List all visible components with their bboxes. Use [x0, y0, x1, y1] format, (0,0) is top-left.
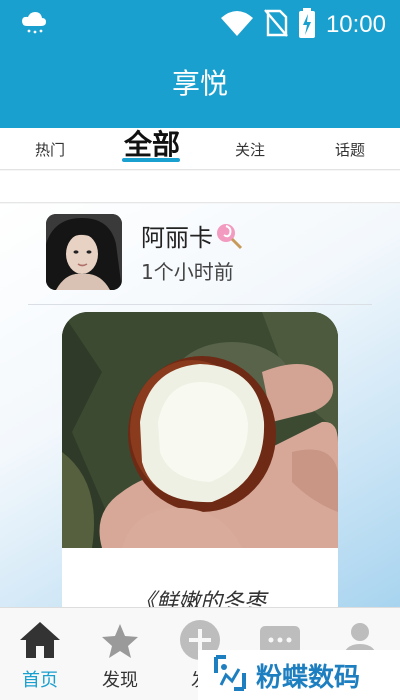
nav-discover-label: 发现: [102, 670, 138, 691]
watermark-logo-icon: [212, 655, 248, 695]
watermark: 粉蝶数码: [198, 650, 400, 700]
wifi-icon: [220, 9, 254, 41]
category-tabs: 热门 全部 关注 话题: [0, 128, 400, 170]
divider: [28, 304, 372, 305]
cloud-icon: [20, 10, 48, 40]
feed-spacer: [0, 171, 400, 203]
post-image-card[interactable]: 《鲜嫩的冬枣: [62, 312, 338, 612]
app-header: 享悦: [0, 46, 400, 128]
tab-following[interactable]: 关注: [220, 128, 280, 170]
tab-hot[interactable]: 热门: [20, 128, 80, 170]
avatar[interactable]: [46, 214, 122, 290]
post-photo[interactable]: [62, 312, 338, 548]
nav-home-label: 首页: [22, 670, 58, 691]
lollipop-icon: [215, 222, 243, 256]
battery-charging-icon: [298, 8, 316, 42]
page-title: 享悦: [171, 67, 228, 100]
nav-home[interactable]: 首页: [0, 608, 80, 700]
home-icon: [18, 618, 62, 662]
watermark-text: 粉蝶数码: [256, 662, 361, 693]
user-name-text: 阿丽卡: [141, 224, 213, 252]
nav-discover[interactable]: 发现: [80, 608, 160, 700]
no-sim-icon: [264, 9, 288, 41]
user-name[interactable]: 阿丽卡: [141, 218, 243, 256]
clock: 10:00: [325, 11, 386, 38]
discover-icon: [98, 618, 142, 662]
post-timestamp: 1个小时前: [141, 260, 234, 284]
status-bar: 10:00: [0, 0, 400, 46]
post-card[interactable]: 阿丽卡 1个小时前 《鲜嫩的冬枣: [0, 204, 400, 612]
active-tab-indicator: [122, 158, 180, 162]
tab-topics[interactable]: 话题: [320, 128, 380, 170]
